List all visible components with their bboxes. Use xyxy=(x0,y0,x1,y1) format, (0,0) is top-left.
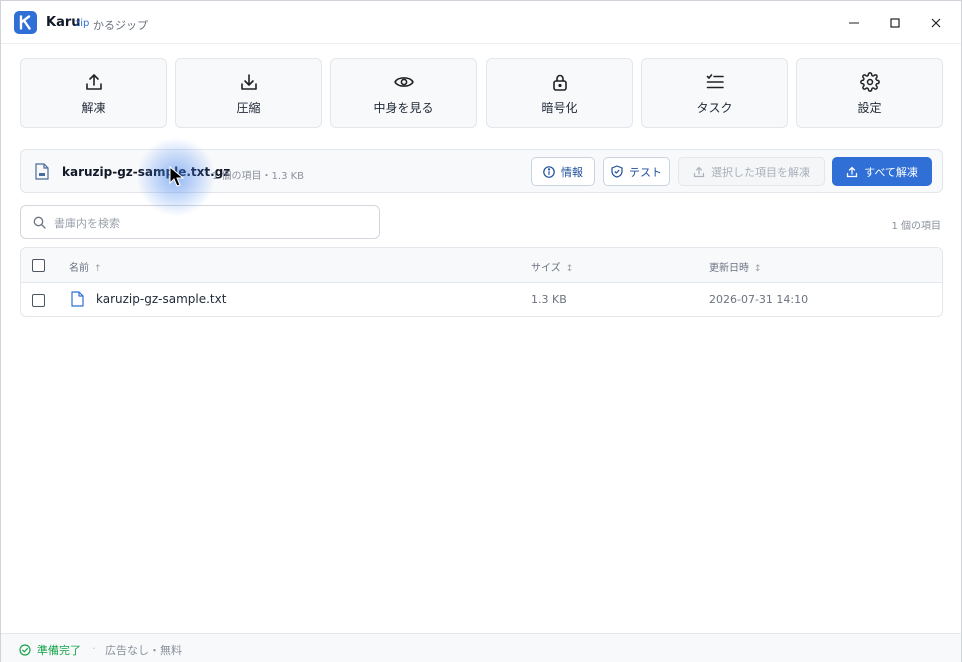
download-icon xyxy=(239,71,259,93)
sort-asc-icon: ↑ xyxy=(94,264,102,274)
sort-icon: ↕ xyxy=(565,264,574,274)
close-button[interactable] xyxy=(926,13,946,33)
file-name: karuzip-gz-sample.txt xyxy=(96,292,227,306)
status-bar: 準備完了 · 広告なし・無料 xyxy=(1,633,961,662)
upload-icon xyxy=(84,71,104,93)
archive-search-box xyxy=(20,205,380,239)
task-list-icon xyxy=(705,71,725,93)
app-window: Karu zip かるジップ 解凍 圧縮 中身を見る 暗号化 タスク 設定 ka… xyxy=(0,0,962,662)
eye-icon xyxy=(393,71,415,93)
search-icon xyxy=(33,216,46,229)
status-separator: · xyxy=(92,642,96,655)
extract-selected-label: 選択した項目を解凍 xyxy=(711,165,810,179)
extract-all-label: すべて解凍 xyxy=(864,165,918,179)
compress-button[interactable]: 圧縮 xyxy=(175,58,322,128)
file-size: 1.3 KB xyxy=(531,293,567,306)
column-header-name[interactable]: 名前 ↑ xyxy=(69,259,102,274)
upload-icon xyxy=(846,166,858,177)
table-header: 名前 ↑ サイズ ↕ 更新日時 ↕ xyxy=(21,248,942,283)
gear-icon xyxy=(859,71,880,93)
settings-label: 設定 xyxy=(857,100,882,115)
column-modified-label: 更新日時 xyxy=(709,263,749,274)
settings-button[interactable]: 設定 xyxy=(796,58,943,128)
tasks-label: タスク xyxy=(696,100,733,115)
sort-icon: ↕ xyxy=(754,264,762,274)
archive-file-icon xyxy=(35,163,49,184)
app-logo-icon xyxy=(14,11,37,34)
encrypt-label: 暗号化 xyxy=(541,100,578,115)
row-checkbox[interactable] xyxy=(32,294,45,307)
info-button[interactable]: 情報 xyxy=(531,157,595,186)
app-name-suffix: zip xyxy=(75,18,90,29)
close-icon xyxy=(931,18,941,28)
file-table: 名前 ↑ サイズ ↕ 更新日時 ↕ karuzip-gz-sample.txt 1.3… xyxy=(20,247,943,317)
info-label: 情報 xyxy=(561,165,583,179)
archive-meta: 1 個の項目・1.3 KB xyxy=(212,171,305,182)
extract-button[interactable]: 解凍 xyxy=(20,58,167,128)
maximize-icon xyxy=(890,18,900,28)
status-text: 準備完了 xyxy=(37,644,81,657)
test-button[interactable]: テスト xyxy=(603,157,670,186)
extract-label: 解凍 xyxy=(81,100,106,115)
column-header-modified[interactable]: 更新日時 ↕ xyxy=(709,259,762,274)
encrypt-button[interactable]: 暗号化 xyxy=(486,58,633,128)
file-modified: 2026-07-31 14:10 xyxy=(709,293,809,306)
archive-file-name: karuzip-gz-sample.txt.gz xyxy=(62,165,231,179)
archive-info-bar: karuzip-gz-sample.txt.gz 1 個の項目・1.3 KB 情… xyxy=(20,149,943,193)
extract-all-button[interactable]: すべて解凍 xyxy=(832,157,932,186)
compress-label: 圧縮 xyxy=(236,100,261,115)
test-label: テスト xyxy=(629,165,662,179)
status-note: 広告なし・無料 xyxy=(105,644,182,657)
check-circle-icon xyxy=(19,644,31,656)
text-file-icon xyxy=(71,291,84,307)
title-bar: Karu zip かるジップ xyxy=(1,1,961,44)
table-row[interactable]: karuzip-gz-sample.txt 1.3 KB 2026-07-31 … xyxy=(21,283,942,316)
extract-selected-button[interactable]: 選択した項目を解凍 xyxy=(678,157,825,186)
lock-icon xyxy=(550,71,570,93)
upload-icon xyxy=(693,166,705,177)
column-size-label: サイズ xyxy=(531,263,561,274)
column-name-label: 名前 xyxy=(69,263,89,274)
archive-search-input[interactable] xyxy=(54,213,364,233)
item-count: 1 個の項目 xyxy=(891,221,941,232)
shield-check-icon xyxy=(611,165,623,178)
app-subtitle: かるジップ xyxy=(93,19,148,32)
column-header-size[interactable]: サイズ ↕ xyxy=(531,259,573,274)
status-ready: 準備完了 xyxy=(19,642,81,658)
view-contents-button[interactable]: 中身を見る xyxy=(330,58,477,128)
minimize-button[interactable] xyxy=(844,13,864,33)
info-icon xyxy=(543,165,555,178)
minimize-icon xyxy=(849,22,859,24)
tasks-button[interactable]: タスク xyxy=(641,58,788,128)
view-contents-label: 中身を見る xyxy=(373,100,434,115)
maximize-button[interactable] xyxy=(885,13,905,33)
select-all-checkbox[interactable] xyxy=(32,259,45,272)
